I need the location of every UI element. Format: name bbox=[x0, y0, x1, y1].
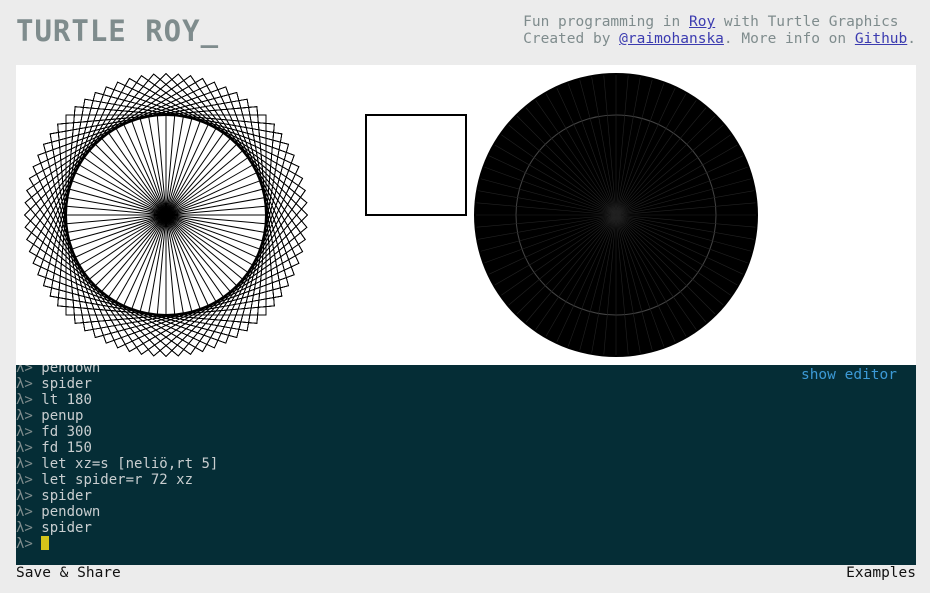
console-command: let xz=s [neliö,rt 5] bbox=[41, 456, 219, 472]
console-history-line: λ> pendown bbox=[16, 504, 218, 520]
console-history: λ> pendown λ> spider λ> lt 180 λ> penup λ> f… bbox=[16, 365, 218, 552]
repl-console[interactable]: λ> pendown λ> spider λ> lt 180 λ> penup λ> f… bbox=[16, 365, 916, 565]
console-history-line: λ> let spider=r 72 xz bbox=[16, 472, 218, 488]
prompt-symbol: λ> bbox=[16, 408, 42, 424]
console-command: penup bbox=[41, 408, 84, 424]
console-history-line: λ> spider bbox=[16, 376, 218, 392]
console-command: let spider=r 72 xz bbox=[41, 472, 194, 488]
prompt-symbol: λ> bbox=[16, 488, 42, 504]
turtle-drawing bbox=[24, 73, 758, 357]
roy-link[interactable]: Roy bbox=[689, 14, 715, 30]
console-command: fd 150 bbox=[41, 440, 92, 456]
app-logo: TURTLE ROY_ bbox=[16, 14, 220, 48]
tagline-line-2: Created by @raimohanska. More info on Gi… bbox=[523, 31, 916, 48]
console-command: spider bbox=[41, 376, 92, 392]
turtle-canvas bbox=[16, 65, 916, 365]
prompt-symbol: λ> bbox=[16, 440, 42, 456]
console-command: spider bbox=[41, 488, 92, 504]
console-history-line: λ> spider bbox=[16, 520, 218, 536]
prompt-symbol: λ> bbox=[16, 365, 42, 376]
prompt-symbol: λ> bbox=[16, 392, 42, 408]
console-history-line: λ> fd 300 bbox=[16, 424, 218, 440]
console-history-line: λ> pendown bbox=[16, 365, 218, 376]
text-cursor bbox=[41, 536, 50, 550]
prompt-symbol: λ> bbox=[16, 536, 42, 552]
square-drawing bbox=[365, 114, 467, 216]
tagline-text: . bbox=[907, 31, 916, 47]
console-command: fd 300 bbox=[41, 424, 92, 440]
examples-button[interactable]: Examples bbox=[846, 565, 916, 581]
tagline-text: with Turtle Graphics bbox=[715, 14, 899, 30]
console-history-line: λ> fd 150 bbox=[16, 440, 218, 456]
console-input-line[interactable]: λ> bbox=[16, 536, 218, 552]
prompt-symbol: λ> bbox=[16, 472, 42, 488]
console-command: lt 180 bbox=[41, 392, 92, 408]
console-history-line: λ> let xz=s [neliö,rt 5] bbox=[16, 456, 218, 472]
console-history-line: λ> spider bbox=[16, 488, 218, 504]
console-history-line: λ> penup bbox=[16, 408, 218, 424]
spider-drawing-2 bbox=[474, 73, 758, 357]
prompt-symbol: λ> bbox=[16, 504, 42, 520]
console-command: spider bbox=[41, 520, 92, 536]
prompt-symbol: λ> bbox=[16, 456, 42, 472]
prompt-symbol: λ> bbox=[16, 520, 42, 536]
console-history-line: λ> lt 180 bbox=[16, 392, 218, 408]
github-link[interactable]: Github bbox=[855, 31, 907, 47]
save-share-button[interactable]: Save & Share bbox=[16, 565, 121, 581]
console-command: pendown bbox=[41, 365, 101, 376]
console-command: pendown bbox=[41, 504, 101, 520]
prompt-symbol: λ> bbox=[16, 424, 42, 440]
show-editor-button[interactable]: show editor bbox=[801, 367, 897, 383]
author-link[interactable]: @raimohanska bbox=[619, 31, 724, 47]
tagline: Fun programming in Roy with Turtle Graph… bbox=[523, 14, 916, 48]
tagline-text: . More info on bbox=[723, 31, 855, 47]
spider-drawing-1 bbox=[24, 73, 308, 357]
prompt-symbol: λ> bbox=[16, 376, 42, 392]
tagline-line-1: Fun programming in Roy with Turtle Graph… bbox=[523, 14, 916, 31]
tagline-text: Created by bbox=[523, 31, 620, 47]
tagline-text: Fun programming in bbox=[523, 14, 689, 30]
